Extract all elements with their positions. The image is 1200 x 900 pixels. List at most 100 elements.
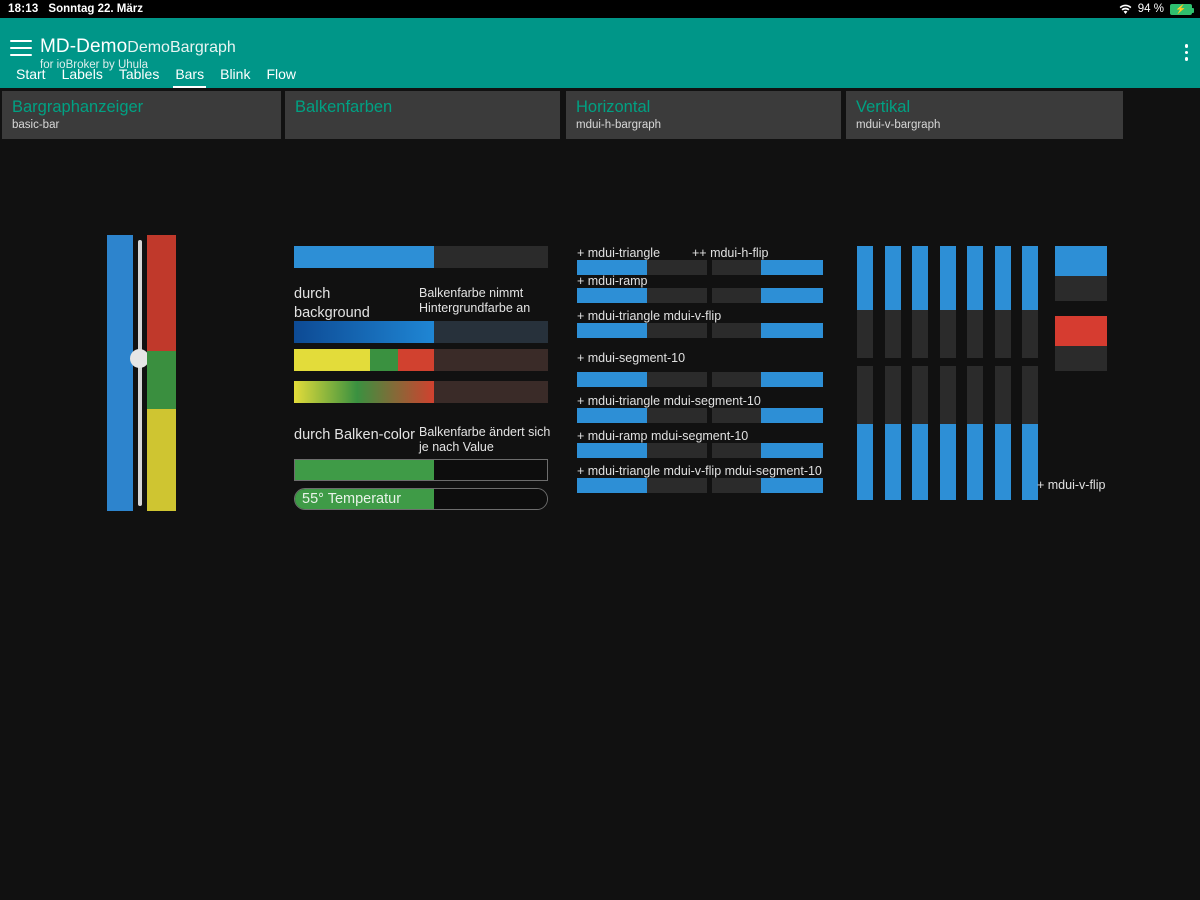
desc-durch-background: Balkenfarbe nimmt Hintergrundfarbe an	[419, 286, 531, 315]
label-durch-balken-color: durch Balken-color	[294, 427, 415, 443]
card-header: Vertikal mdui-v-bargraph	[846, 91, 1123, 139]
hbar-fill-right	[761, 323, 823, 338]
status-date: Sonntag 22. März	[48, 3, 143, 15]
hbar-track-left	[647, 478, 708, 493]
bar-fill	[294, 246, 434, 268]
tab-blink[interactable]: Blink	[212, 66, 258, 88]
hbar-fill-left	[577, 408, 648, 423]
vbar-track	[994, 366, 1011, 424]
bar-track	[433, 246, 548, 268]
vbar-track	[939, 309, 956, 358]
vbar-track	[912, 309, 928, 358]
hbar-row-triangle	[577, 260, 823, 275]
card-title: Balkenfarben	[295, 98, 393, 116]
bar-smooth-gradient	[294, 381, 548, 403]
hbar-label-ramp: + mdui-ramp	[577, 274, 648, 288]
hbar-track-right	[712, 260, 762, 275]
vbar-track	[884, 366, 901, 424]
hbar-fill-right	[761, 260, 823, 275]
card-balkenfarben: Balkenfarben	[285, 91, 560, 139]
hbar-label-h-flip: ++ mdui-h-flip	[692, 246, 769, 260]
kebab-menu-icon[interactable]	[1184, 44, 1188, 61]
bar-fill	[294, 321, 434, 343]
bar-plain-blue	[294, 246, 548, 268]
vbar-bottom-1	[884, 366, 901, 500]
vbar-track	[967, 366, 983, 424]
hbar-row-ramp	[577, 288, 823, 303]
hbar-fill-right	[761, 288, 823, 303]
vbar-bottom-2	[912, 366, 928, 500]
vbar-fill	[939, 246, 956, 310]
vbar-top-1	[884, 246, 901, 358]
battery-charging-icon: ⚡	[1170, 3, 1194, 15]
hamburger-menu-icon[interactable]	[10, 40, 32, 56]
hbar-fill-left	[577, 288, 648, 303]
bar-track	[433, 349, 548, 371]
hbar-track-right	[712, 408, 762, 423]
wifi-icon	[1119, 4, 1132, 15]
hbar-track-left	[647, 260, 708, 275]
hbar-track-right	[712, 443, 762, 458]
hbar-fill-right	[761, 443, 823, 458]
hbar-fill-left	[577, 443, 648, 458]
vbar-bottom-3	[939, 366, 956, 500]
app-title-secondary: DemoBargraph	[127, 39, 236, 56]
basic-bar-segment-1	[147, 350, 176, 409]
vbar-track	[1022, 309, 1038, 358]
status-time: 18:13	[8, 3, 39, 15]
bar-segment-red	[398, 349, 434, 371]
vbar-fill	[994, 246, 1011, 310]
hbar-track-left	[647, 408, 708, 423]
hbar-track-left	[647, 288, 708, 303]
card-horizontal: Horizontal mdui-h-bargraph	[566, 91, 841, 139]
bar-track	[433, 381, 548, 403]
vbar-track	[939, 366, 956, 424]
tab-tables[interactable]: Tables	[111, 66, 167, 88]
vbar-track	[1022, 366, 1038, 424]
label-durch-background: durch background	[294, 286, 370, 321]
app-title: MD-Demo	[40, 36, 128, 57]
hbar-track-left	[647, 443, 708, 458]
vbar-top-0	[857, 246, 873, 358]
card-bargraphanzeiger: Bargraphanzeiger basic-bar	[2, 91, 281, 139]
card-subtitle: mdui-v-bargraph	[856, 119, 941, 131]
vbar-fill	[1055, 316, 1107, 347]
tab-start[interactable]: Start	[8, 66, 54, 88]
tab-labels[interactable]: Labels	[54, 66, 111, 88]
vbar-track	[912, 366, 928, 424]
hbar-fill-left	[577, 260, 648, 275]
hbar-fill-left	[577, 323, 648, 338]
tab-bars[interactable]: Bars	[167, 66, 212, 88]
hbar-label-tri-seg: + mdui-triangle mdui-segment-10	[577, 394, 761, 408]
vbar-fill	[1055, 246, 1107, 277]
vbar-note-v-flip: + mdui-v-flip	[1037, 478, 1106, 492]
hbar-track-right	[712, 478, 762, 493]
vbar-bottom-6	[1022, 366, 1038, 500]
hbar-row-tri-seg	[577, 408, 823, 423]
basic-bar-segment-0	[147, 235, 176, 351]
hbar-row-ramp-seg	[577, 443, 823, 458]
app-bar: MD-Demo DemoBargraph for ioBroker by Uhu…	[0, 18, 1200, 88]
vbar-fill	[1022, 246, 1038, 310]
hbar-label-tri-v-seg: + mdui-triangle mdui-v-flip mdui-segment…	[577, 464, 822, 478]
vbar-top-3	[939, 246, 956, 358]
card-vertikal: Vertikal mdui-v-bargraph	[846, 91, 1123, 139]
basic-bar-slider-track[interactable]	[138, 240, 142, 506]
hbar-fill-left	[577, 372, 648, 387]
vbar-wide-red	[1055, 316, 1107, 371]
card-header: Bargraphanzeiger basic-bar	[2, 91, 281, 139]
vbar-fill	[912, 246, 928, 310]
card-title: Bargraphanzeiger	[12, 98, 144, 116]
vbar-fill	[967, 246, 983, 310]
tab-flow[interactable]: Flow	[258, 66, 304, 88]
vbar-track	[857, 366, 873, 424]
vbar-bottom-4	[967, 366, 983, 500]
hbar-label-v-flip: + mdui-triangle mdui-v-flip	[577, 309, 722, 323]
vbar-wide-blue	[1055, 246, 1107, 301]
vbar-top-6	[1022, 246, 1038, 358]
bar-segmented-colors	[294, 349, 548, 371]
bar-fill	[294, 381, 434, 403]
vbar-track	[857, 309, 873, 358]
hbar-row-segment	[577, 372, 823, 387]
bar-temperature-label: 55° Temperatur	[302, 491, 402, 507]
